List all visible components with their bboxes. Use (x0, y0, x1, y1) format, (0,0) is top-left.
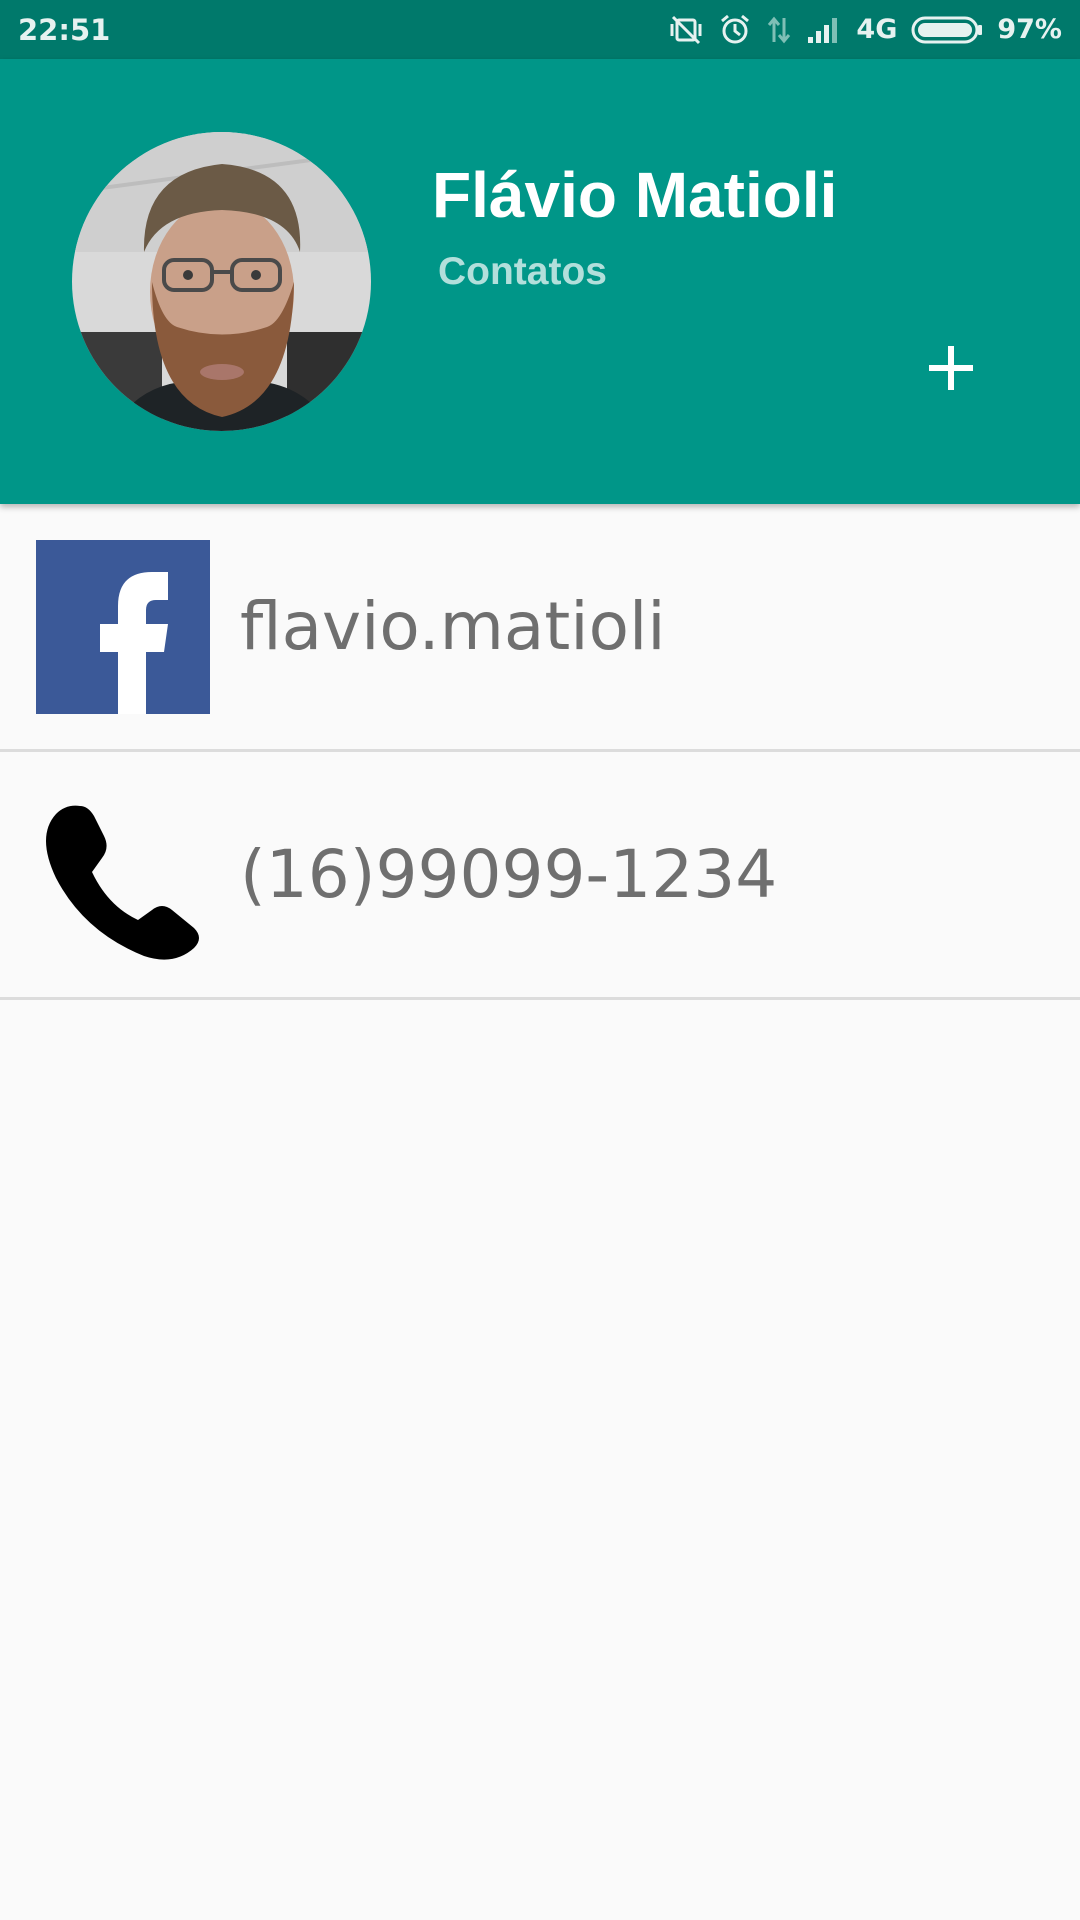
status-bar: 22:51 4G 97% (0, 0, 1080, 59)
contact-subtitle: Contatos (438, 250, 607, 293)
facebook-icon (36, 540, 210, 714)
signal-icon (806, 15, 842, 45)
facebook-username: flavio.matioli (240, 588, 666, 665)
add-contact-button[interactable] (910, 329, 992, 411)
contact-header: Flávio Matioli Contatos (0, 59, 1080, 504)
contact-name: Flávio Matioli (432, 159, 838, 231)
list-item-facebook[interactable]: flavio.matioli (0, 504, 1080, 752)
phone-icon (36, 788, 210, 962)
network-type: 4G (856, 14, 898, 45)
avatar (72, 132, 371, 431)
phone-number: (16)99099-1234 (240, 836, 778, 913)
vibrate-off-icon (668, 14, 704, 46)
alarm-icon (718, 13, 752, 47)
list-item-phone[interactable]: (16)99099-1234 (0, 752, 1080, 1000)
status-time: 22:51 (18, 13, 111, 47)
battery-level: 97% (997, 14, 1062, 45)
plus-icon (925, 342, 977, 399)
status-icons: 4G 97% (668, 10, 1062, 50)
data-arrows-icon (766, 14, 792, 46)
battery-icon (911, 15, 983, 45)
